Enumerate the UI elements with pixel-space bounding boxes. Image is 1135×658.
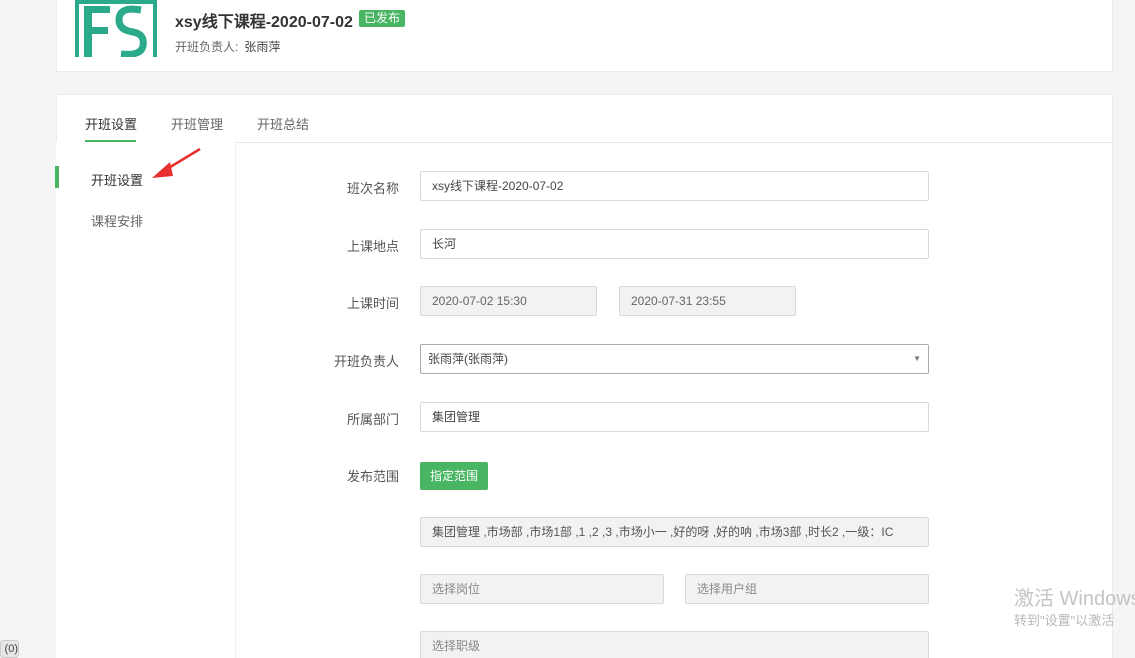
start-time-input[interactable]: 2020-07-02 15:30 [420, 286, 597, 316]
owner-select[interactable]: 张雨萍(张雨萍) ▼ [420, 344, 929, 374]
class-name-label: 班次名称 [346, 181, 399, 196]
sidebar: 开班设置 课程安排 [55, 142, 236, 658]
end-time-input[interactable]: 2020-07-31 23:55 [619, 286, 796, 316]
owner-select-value: 张雨萍(张雨萍) [428, 352, 508, 366]
select-user-group-field[interactable]: 选择用户组 [685, 574, 929, 604]
course-title: xsy线下课程-2020-07-02 [175, 14, 353, 31]
chevron-down-icon: ▼ [913, 354, 921, 363]
class-name-input[interactable]: xsy线下课程-2020-07-02 [420, 171, 929, 201]
tab-class-management[interactable]: 开班管理 [171, 114, 223, 133]
location-input[interactable]: 长河 [420, 229, 929, 259]
sidebar-active-indicator [55, 166, 59, 188]
tab-class-summary[interactable]: 开班总结 [257, 114, 309, 133]
status-badge: 已发布 [359, 10, 406, 27]
owner-field-label: 开班负责人 [333, 354, 399, 369]
tab-class-settings[interactable]: 开班设置 [85, 114, 137, 133]
class-time-label: 上课时间 [346, 296, 399, 311]
corner-count-tag[interactable]: (0) [0, 640, 19, 658]
owner-name: 张雨萍 [244, 40, 281, 54]
selected-departments-field[interactable]: 集团管理 ,市场部 ,市场1部 ,1 ,2 ,3 ,市场小一 ,好的呀 ,好的呐… [420, 517, 929, 547]
publish-scope-label: 发布范围 [346, 469, 399, 484]
annotation-arrow-icon [152, 147, 201, 178]
course-logo [75, 0, 157, 57]
activation-watermark-subtitle: 转到"设置"以激活 [1014, 613, 1115, 628]
tab-bar: 开班设置 开班管理 开班总结 [57, 95, 1112, 143]
course-header: xsy线下课程-2020-07-02 已发布 开班负责人: 张雨萍 [56, 0, 1113, 72]
select-rank-field[interactable]: 选择职级 [420, 631, 929, 658]
department-label: 所属部门 [346, 412, 399, 427]
specify-scope-button[interactable]: 指定范围 [420, 462, 489, 490]
owner-label: 开班负责人: [175, 40, 239, 54]
activation-watermark-title: 激活 Windows [1014, 588, 1135, 610]
owner-line: 开班负责人: 张雨萍 [175, 38, 280, 55]
select-position-field[interactable]: 选择岗位 [420, 574, 664, 604]
sidebar-item-course-schedule[interactable]: 课程安排 [91, 211, 143, 230]
location-label: 上课地点 [346, 239, 399, 254]
department-input[interactable]: 集团管理 [420, 402, 929, 432]
sidebar-item-class-settings[interactable]: 开班设置 [91, 170, 143, 189]
